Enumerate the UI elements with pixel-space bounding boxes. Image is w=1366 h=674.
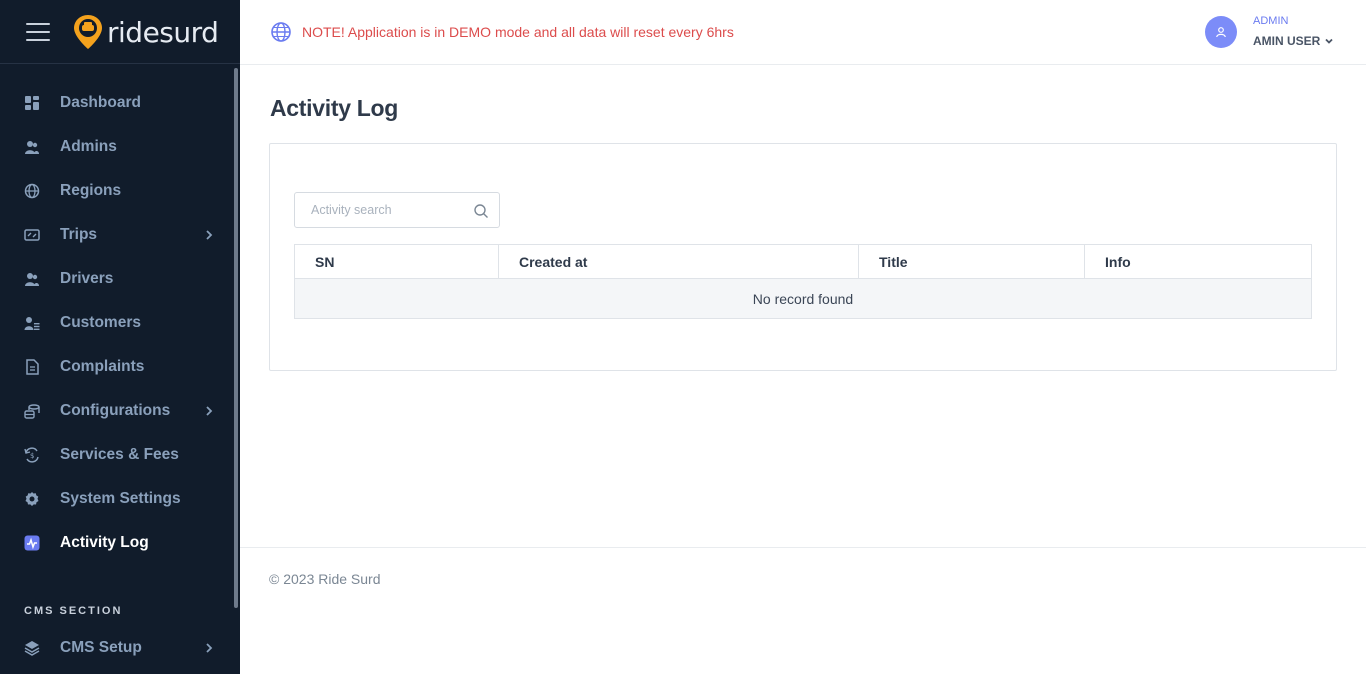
footer-copyright: © 2023 Ride Surd [269,571,381,587]
column-header-sn[interactable]: SN [294,244,499,279]
sidebar-item-label: Trips [60,226,98,243]
activity-search-box [294,192,500,228]
footer-divider [240,547,1366,548]
sidebar-item-cms-setup[interactable]: CMS Setup [0,626,232,670]
sidebar-item-activity-log[interactable]: Activity Log [0,521,232,565]
hamburger-menu-icon[interactable] [26,23,50,41]
sidebar-item-dashboard[interactable]: Dashboard [0,81,232,125]
sidebar-item-drivers[interactable]: Drivers [0,257,232,301]
sidebar-item-label: Services & Fees [60,446,179,463]
sidebar-item-label: Dashboard [60,94,141,111]
sidebar-item-customers[interactable]: Customers [0,301,232,345]
sidebar-item-label: Regions [60,182,122,199]
demo-notice: NOTE! Application is in DEMO mode and al… [270,21,734,43]
globe-icon [24,183,40,199]
activity-search-input[interactable] [295,193,465,227]
sidebar-item-configurations[interactable]: Configurations [0,389,232,433]
dashboard-icon [25,96,39,110]
table-row: No record found [294,278,1312,319]
coins-icon [24,404,40,419]
sidebar-item-system-settings[interactable]: System Settings [0,477,232,521]
document-icon [26,359,39,375]
sidebar-item-label: Admins [60,138,117,155]
svg-text:$: $ [30,452,34,460]
avatar[interactable] [1205,16,1237,48]
brand-logo[interactable]: ridesurd [73,14,219,50]
cms-section-title: CMS SECTION [24,605,123,617]
empty-table-message: No record found [294,278,1312,319]
customers-icon [24,317,40,330]
chevron-right-icon [206,406,213,416]
sidebar-item-label: CMS Setup [60,639,142,656]
trips-icon [24,229,40,241]
page-title: Activity Log [270,95,399,121]
column-header-created-at[interactable]: Created at [498,244,859,279]
column-header-info[interactable]: Info [1084,244,1312,279]
users-icon [25,273,39,286]
search-icon[interactable] [473,203,489,219]
chevron-right-icon [206,643,213,653]
activity-log-card: SN Created at Title Info No record found [269,143,1337,371]
user-menu-toggle[interactable]: AMIN USER [1253,34,1334,48]
sidebar-item-services-fees[interactable]: $ Services & Fees [0,433,232,477]
sidebar-header: ridesurd [0,0,240,64]
sidebar-item-regions[interactable]: Regions [0,169,232,213]
column-header-title[interactable]: Title [858,244,1085,279]
sidebar-item-admins[interactable]: Admins [0,125,232,169]
top-header: NOTE! Application is in DEMO mode and al… [240,0,1366,65]
sidebar-menu: Dashboard Admins Regions Trips Drivers C… [0,81,232,565]
gear-icon [25,492,39,506]
chevron-down-icon [1325,38,1333,44]
sidebar-item-label: Configurations [60,402,171,419]
sidebar-item-label: Activity Log [60,534,149,551]
sidebar-scrollbar[interactable] [234,68,238,608]
user-name: AMIN USER [1253,34,1321,48]
sidebar-item-label: Drivers [60,270,114,287]
sidebar-item-trips[interactable]: Trips [0,213,232,257]
sidebar-item-label: Complaints [60,358,145,375]
demo-notice-text: NOTE! Application is in DEMO mode and al… [302,24,734,40]
activity-log-table: SN Created at Title Info No record found [294,244,1312,319]
globe-icon [271,22,291,42]
chevron-right-icon [206,230,213,240]
layers-icon [24,641,40,656]
activity-icon [24,535,40,551]
sidebar: ridesurd Dashboard Admins Regions Trips … [0,0,240,674]
user-icon [1216,27,1226,38]
sidebar-item-complaints[interactable]: Complaints [0,345,232,389]
sidebar-item-label: Customers [60,314,141,331]
users-icon [25,141,39,154]
user-role: ADMIN [1253,15,1289,27]
brand-name: ridesurd [107,15,219,49]
location-pin-logo-icon [74,15,102,49]
sidebar-item-label: System Settings [60,490,181,507]
services-icon: $ [24,447,39,463]
table-header-row: SN Created at Title Info [294,244,1312,279]
